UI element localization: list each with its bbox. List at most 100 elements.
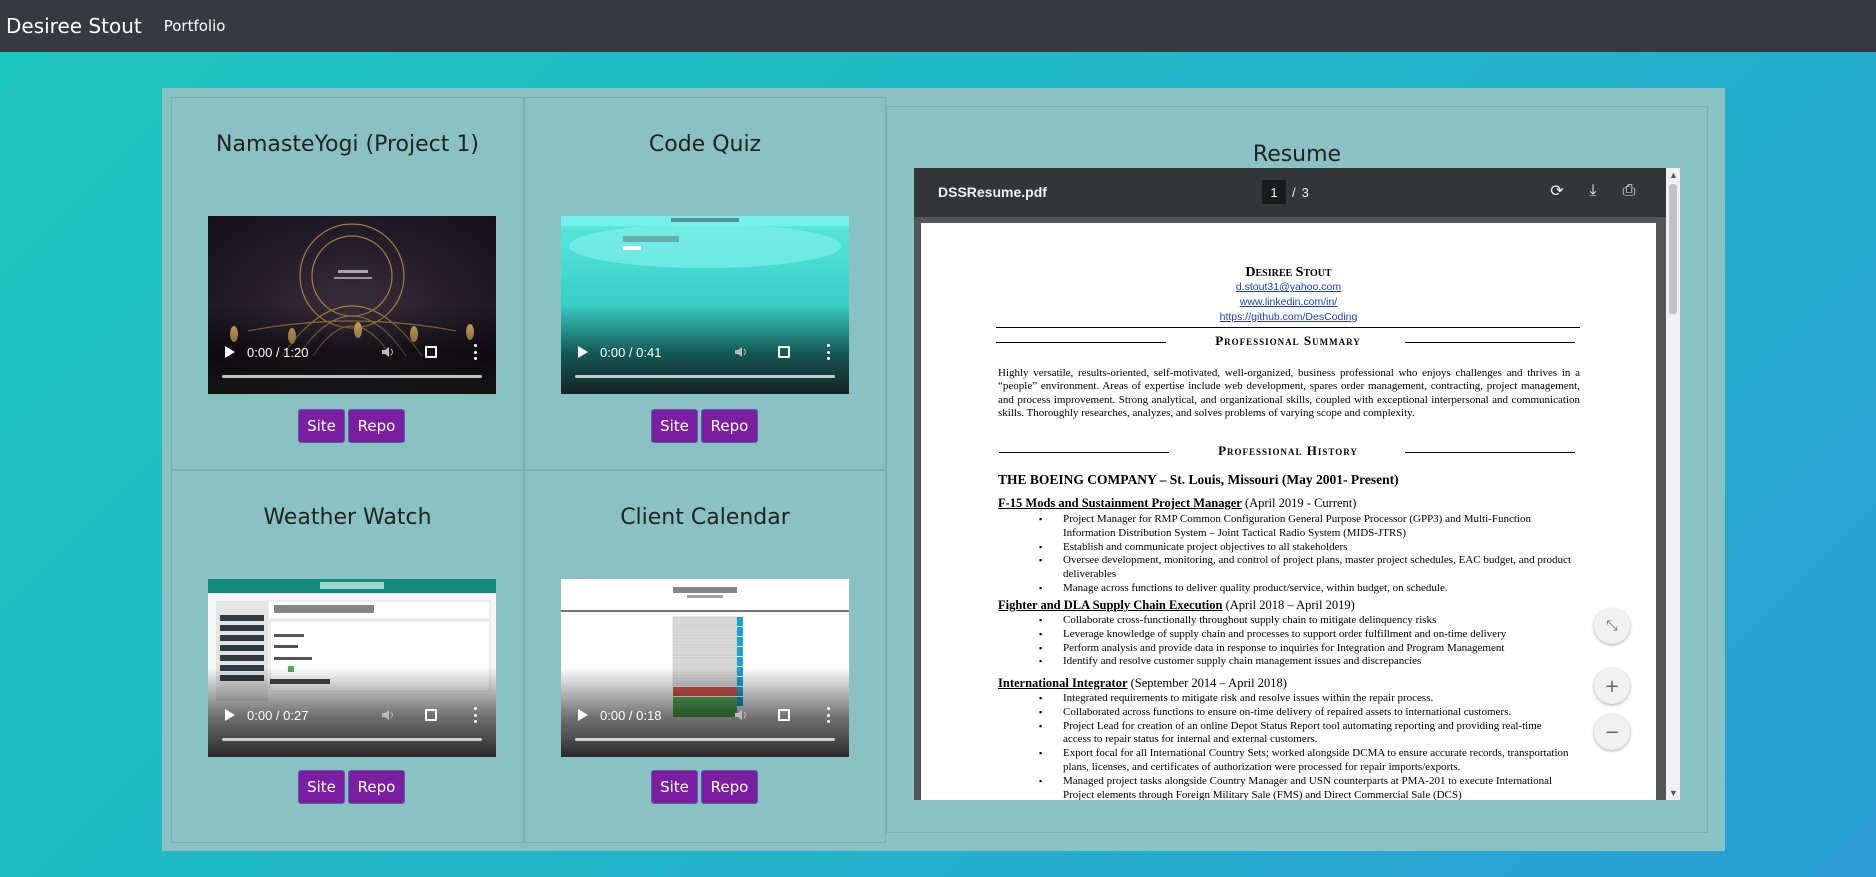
page-number-input[interactable]: 1	[1262, 180, 1286, 204]
project-video[interactable]: 0:00 / 1:20	[208, 216, 496, 394]
bullet: Export focal for all International Count…	[1039, 747, 1571, 775]
role-heading: F-15 Mods and Sustainment Project Manage…	[998, 496, 1356, 511]
rotate-icon[interactable]: ⟳	[1548, 182, 1566, 200]
bullet: Project Manager for RMP Common Configura…	[1039, 513, 1571, 541]
role-bullets: Collaborate cross-functionally throughou…	[1039, 614, 1571, 669]
more-options-icon[interactable]	[474, 344, 478, 360]
resume-name: Desiree Stout	[1245, 265, 1332, 280]
video-controls: 0:00 / 0:41	[561, 340, 849, 364]
bullet: Establish and communicate project object…	[1039, 541, 1571, 555]
play-icon[interactable]	[578, 346, 588, 358]
company-heading: THE BOEING COMPANY – St. Louis, Missouri…	[998, 472, 1399, 487]
pdf-viewer[interactable]: DSSResume.pdf 1 / 3 ⟳ ⤓ ⎙ Desiree Stout …	[914, 168, 1680, 800]
volume-icon[interactable]	[735, 709, 749, 721]
summary-heading-text: Professional Summary	[1215, 333, 1361, 348]
scroll-down-icon[interactable]: ▼	[1669, 788, 1678, 798]
scroll-up-icon[interactable]: ▲	[1669, 170, 1678, 180]
role-heading: International Integrator (September 2014…	[998, 676, 1287, 691]
navbar: Desiree Stout Portfolio	[0, 0, 1876, 52]
video-progress-bar[interactable]	[575, 738, 835, 741]
role-dates: (April 2018 – April 2019)	[1222, 598, 1355, 612]
more-options-icon[interactable]	[474, 707, 478, 723]
play-icon[interactable]	[225, 346, 235, 358]
resume-email-link[interactable]: d.stout31@yahoo.com	[921, 281, 1656, 293]
video-time: 0:00 / 0:27	[247, 707, 309, 723]
video-time: 0:00 / 0:18	[600, 707, 662, 723]
nav-link-portfolio[interactable]: Portfolio	[164, 17, 226, 35]
zoom-out-icon[interactable]: −	[1594, 714, 1630, 750]
divider	[996, 327, 1580, 328]
role-title: F-15 Mods and Sustainment Project Manage…	[998, 496, 1242, 510]
repo-button[interactable]: Repo	[701, 409, 758, 443]
bullet: Leverage knowledge of supply chain and p…	[1039, 628, 1571, 642]
page-total: 3	[1301, 184, 1309, 200]
video-controls: 0:00 / 0:18	[561, 703, 849, 727]
video-time: 0:00 / 1:20	[247, 344, 309, 360]
project-video[interactable]: 0:00 / 0:41	[561, 216, 849, 394]
repo-button[interactable]: Repo	[348, 409, 405, 443]
bullet: Oversee development, monitoring, and con…	[1039, 554, 1571, 582]
project-title: Client Calendar	[620, 505, 790, 530]
role-title: International Integrator	[998, 676, 1128, 690]
role-heading: Fighter and DLA Supply Chain Execution (…	[998, 598, 1355, 613]
volume-icon[interactable]	[382, 346, 396, 358]
portfolio-panel: NamasteYogi (Project 1) 0:00 / 1:20 Site…	[162, 88, 1725, 851]
volume-icon[interactable]	[382, 709, 396, 721]
pdf-page: Desiree Stout d.stout31@yahoo.com www.li…	[921, 223, 1656, 800]
role-bullets: Integrated requirements to mitigate risk…	[1039, 692, 1571, 800]
download-icon[interactable]: ⤓	[1584, 182, 1602, 200]
resume-linkedin-link[interactable]: www.linkedin.com/in/	[921, 296, 1656, 308]
video-controls: 0:00 / 0:27	[208, 703, 496, 727]
pdf-toolbar: DSSResume.pdf 1 / 3 ⟳ ⤓ ⎙	[914, 168, 1666, 217]
site-button[interactable]: Site	[298, 409, 345, 443]
scroll-thumb[interactable]	[1669, 184, 1677, 314]
history-heading: Professional History	[996, 443, 1580, 459]
resume-github-link[interactable]: https://github.com/DesCoding	[921, 311, 1656, 323]
bullet: Identify and resolve customer supply cha…	[1039, 655, 1571, 669]
history-heading-text: Professional History	[1218, 443, 1358, 458]
more-options-icon[interactable]	[827, 344, 831, 360]
summary-text: Highly versatile, results-oriented, self…	[998, 367, 1580, 420]
summary-heading: Professional Summary	[996, 333, 1580, 349]
fullscreen-icon[interactable]	[425, 346, 437, 358]
more-options-icon[interactable]	[827, 707, 831, 723]
video-progress-bar[interactable]	[575, 375, 835, 378]
brand-link[interactable]: Desiree Stout	[6, 14, 142, 38]
role-bullets: Project Manager for RMP Common Configura…	[1039, 513, 1571, 596]
role-dates: (April 2019 - Current)	[1241, 496, 1357, 510]
bullet: Integrated requirements to mitigate risk…	[1039, 692, 1571, 706]
fullscreen-icon[interactable]	[778, 346, 790, 358]
repo-button[interactable]: Repo	[701, 770, 758, 804]
fit-page-icon[interactable]: ⤡	[1594, 608, 1630, 644]
play-icon[interactable]	[578, 709, 588, 721]
site-button[interactable]: Site	[651, 770, 698, 804]
role-dates: (September 2014 – April 2018)	[1127, 676, 1287, 690]
fullscreen-icon[interactable]	[425, 709, 437, 721]
project-video[interactable]: 0:00 / 0:18	[561, 579, 849, 757]
project-card-client-calendar: Client Calendar 0:00 / 0:18 Site Repo	[524, 470, 886, 843]
zoom-in-icon[interactable]: +	[1594, 668, 1630, 704]
play-icon[interactable]	[225, 709, 235, 721]
page-separator: /	[1292, 184, 1296, 200]
pdf-scrollbar[interactable]: ▲ ▼	[1666, 168, 1680, 800]
site-button[interactable]: Site	[298, 770, 345, 804]
project-card-code-quiz: Code Quiz 0:00 / 0:41 Site Repo	[524, 97, 886, 470]
bullet: Perform analysis and provide data in res…	[1039, 642, 1571, 656]
print-icon[interactable]: ⎙	[1620, 182, 1638, 200]
project-card-weather-watch: Weather Watch 0:00 / 0:27 Site Repo	[171, 470, 524, 843]
project-video[interactable]: 0:00 / 0:27	[208, 579, 496, 757]
video-progress-bar[interactable]	[222, 738, 482, 741]
pdf-filename: DSSResume.pdf	[938, 184, 1047, 200]
bullet: Project Lead for creation of an online D…	[1039, 720, 1571, 748]
video-controls: 0:00 / 1:20	[208, 340, 496, 364]
fullscreen-icon[interactable]	[778, 709, 790, 721]
video-progress-bar[interactable]	[222, 375, 482, 378]
repo-button[interactable]: Repo	[348, 770, 405, 804]
project-title: Code Quiz	[648, 132, 762, 157]
volume-icon[interactable]	[735, 346, 749, 358]
resume-title: Resume	[1252, 142, 1342, 167]
video-time: 0:00 / 0:41	[600, 344, 662, 360]
site-button[interactable]: Site	[651, 409, 698, 443]
bullet: Managed project tasks alongside Country …	[1039, 775, 1571, 800]
pdf-page-indicator: 1 / 3	[1262, 180, 1309, 204]
